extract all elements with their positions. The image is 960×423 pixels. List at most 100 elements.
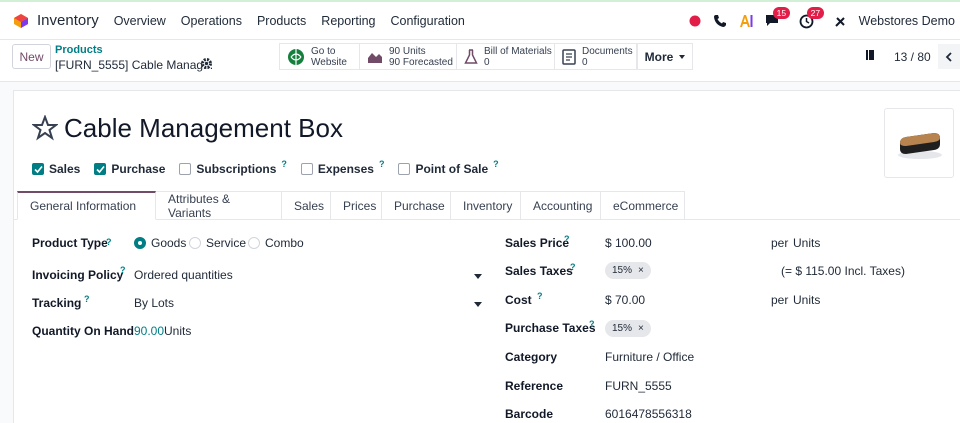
breadcrumb-products[interactable]: Products: [55, 44, 103, 56]
documents-button[interactable]: Documents 0: [555, 43, 637, 70]
help-tooltip-icon[interactable]: ?: [120, 265, 126, 275]
help-tooltip-icon[interactable]: ?: [281, 159, 287, 169]
incl-taxes-text: (= $ 115.00 Incl. Taxes): [781, 264, 905, 278]
quantity-on-hand-label: Quantity On Hand: [32, 324, 134, 338]
sales-price-input[interactable]: $ 100.00: [605, 236, 652, 250]
activity-badge: 27: [806, 6, 825, 19]
units-line1: 90 Units: [389, 45, 426, 57]
go-to-website-button[interactable]: Go to Website: [279, 43, 360, 70]
help-tooltip-icon[interactable]: ?: [589, 319, 595, 329]
goods-label: Goods: [151, 236, 187, 250]
service-label: Service: [206, 236, 247, 250]
radio-combo[interactable]: Combo: [248, 236, 304, 250]
tab-prices[interactable]: Prices: [331, 191, 382, 220]
category-input[interactable]: Furniture / Office: [605, 350, 694, 364]
tab-inventory[interactable]: Inventory: [451, 191, 521, 220]
help-tooltip-icon[interactable]: ?: [379, 159, 385, 169]
phone-icon[interactable]: [713, 14, 727, 28]
radio-selected: [134, 237, 146, 249]
invoicing-policy-label: Invoicing Policy: [32, 268, 124, 282]
app-name[interactable]: Inventory: [37, 12, 99, 29]
documents-line2: 0: [582, 56, 588, 68]
tab-sales[interactable]: Sales: [282, 191, 331, 220]
area-chart-icon: [367, 50, 383, 64]
tools-icon[interactable]: [834, 15, 847, 28]
invoicing-policy-select[interactable]: Ordered quantities: [134, 268, 233, 282]
expenses-checkbox[interactable]: Expenses ?: [300, 159, 385, 176]
subscriptions-checkbox[interactable]: Subscriptions ?: [179, 159, 287, 176]
menu-overview[interactable]: Overview: [114, 14, 166, 28]
purchase-tax-tag-label: 15%: [612, 323, 633, 334]
caret-down-icon[interactable]: [474, 302, 482, 307]
category-label: Category: [505, 350, 558, 364]
book-icon[interactable]: [865, 49, 875, 64]
control-panel: New Products [FURN_5555] Cable Manag... …: [0, 40, 960, 82]
bill-of-materials-button[interactable]: Bill of Materials 0: [457, 43, 555, 70]
ai-icon[interactable]: [739, 14, 753, 28]
tab-attributes-variants[interactable]: Attributes & Variants: [156, 191, 282, 220]
checkbox-box: [300, 163, 313, 175]
menu-reporting[interactable]: Reporting: [321, 14, 375, 28]
purchase-label: Purchase: [111, 162, 166, 176]
remove-tag-icon[interactable]: ×: [638, 265, 644, 276]
product-type-label: Product Type: [32, 236, 108, 250]
cost-input[interactable]: $ 70.00: [605, 293, 645, 307]
sales-tax-tag[interactable]: 15% ×: [605, 262, 651, 279]
help-tooltip-icon[interactable]: ?: [84, 294, 90, 304]
favorite-star-icon[interactable]: [31, 114, 59, 144]
form-tabs: General Information Attributes & Variant…: [17, 191, 685, 220]
systray: 15 27 Webstores Demo: [689, 2, 960, 40]
tab-purchase[interactable]: Purchase: [382, 191, 451, 220]
tab-ecommerce[interactable]: eCommerce: [601, 191, 685, 220]
company-switcher[interactable]: Webstores Demo: [859, 14, 955, 28]
inventory-app-icon[interactable]: [13, 13, 29, 29]
product-name[interactable]: Cable Management Box: [64, 113, 343, 144]
radio-goods[interactable]: Goods: [134, 236, 186, 250]
help-tooltip-icon[interactable]: ?: [106, 237, 112, 247]
activity-clock-icon[interactable]: 27: [799, 6, 825, 29]
menu-configuration[interactable]: Configuration: [391, 14, 465, 28]
sales-taxes-label: Sales Taxes: [505, 264, 573, 278]
bom-line2: 0: [484, 56, 490, 68]
gear-icon[interactable]: [200, 57, 213, 73]
bom-line1: Bill of Materials: [484, 45, 552, 57]
tracking-select[interactable]: By Lots: [134, 296, 174, 310]
help-tooltip-icon[interactable]: ?: [564, 234, 570, 244]
reference-input[interactable]: FURN_5555: [605, 379, 672, 393]
tab-accounting[interactable]: Accounting: [521, 191, 601, 220]
product-form-sheet: Cable Management Box Sales Purchase Subs…: [13, 90, 960, 423]
pager-previous-button[interactable]: [938, 44, 960, 69]
product-image[interactable]: [884, 108, 954, 178]
help-tooltip-icon[interactable]: ?: [537, 291, 543, 301]
help-tooltip-icon[interactable]: ?: [493, 159, 499, 169]
recording-dot-icon[interactable]: [689, 15, 701, 27]
remove-tag-icon[interactable]: ×: [638, 323, 644, 334]
website-line2: Website: [311, 56, 347, 68]
check-icon: [32, 163, 44, 175]
more-button[interactable]: More: [637, 43, 693, 70]
sales-checkbox[interactable]: Sales: [32, 162, 80, 176]
flask-icon: [464, 48, 478, 65]
website-line1: Go to: [311, 45, 336, 57]
chat-icon[interactable]: 15: [765, 7, 791, 28]
barcode-input[interactable]: 6016478556318: [605, 407, 692, 421]
quantity-on-hand-value[interactable]: 90.00: [134, 324, 164, 338]
help-tooltip-icon[interactable]: ?: [570, 262, 576, 272]
product-flags: Sales Purchase Subscriptions ? Expenses …: [32, 159, 513, 176]
units-line2: 90 Forecasted: [389, 56, 453, 68]
units-forecast-button[interactable]: 90 Units 90 Forecasted: [360, 43, 457, 70]
checkbox-box: [398, 163, 411, 175]
new-button[interactable]: New: [12, 44, 51, 69]
radio-service[interactable]: Service: [189, 236, 246, 250]
point-of-sale-checkbox[interactable]: Point of Sale ?: [398, 159, 499, 176]
cost-uom[interactable]: Units: [793, 293, 820, 307]
pager-value[interactable]: 13 / 80: [894, 50, 931, 64]
sales-price-uom[interactable]: Units: [793, 236, 820, 250]
purchase-tax-tag[interactable]: 15% ×: [605, 320, 651, 337]
menu-operations[interactable]: Operations: [181, 14, 242, 28]
cost-label: Cost: [505, 293, 532, 307]
purchase-checkbox[interactable]: Purchase: [94, 162, 165, 176]
menu-products[interactable]: Products: [257, 14, 306, 28]
caret-down-icon[interactable]: [474, 274, 482, 279]
tab-general-information[interactable]: General Information: [17, 191, 156, 220]
